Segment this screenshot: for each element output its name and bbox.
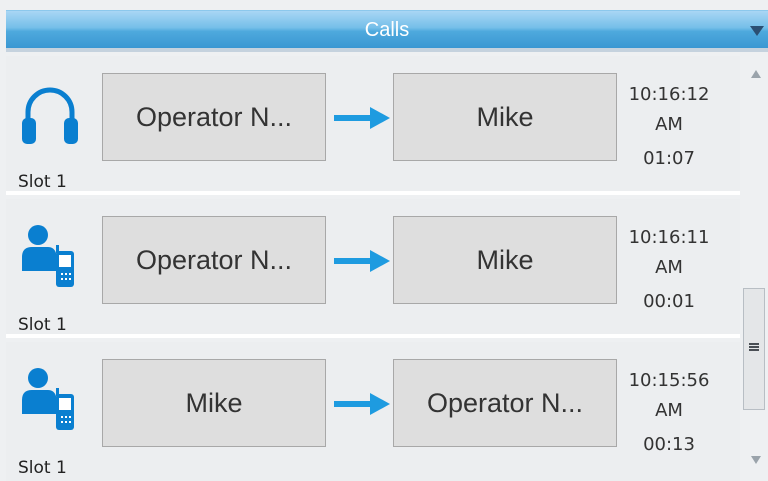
call-duration: 01:07 (643, 148, 695, 169)
call-duration: 00:13 (643, 434, 695, 455)
call-row[interactable]: Slot 1 Mike Operator N... 10:15:56 AM 00… (6, 342, 740, 481)
call-duration: 00:01 (643, 291, 695, 312)
callee-button[interactable]: Mike (393, 216, 617, 304)
scroll-down-arrow-icon[interactable] (751, 456, 761, 464)
grip-icon (749, 343, 759, 351)
panel-title: Calls (364, 19, 410, 41)
scroll-up-arrow-icon[interactable] (751, 70, 761, 78)
calls-list: Slot 1 Operator N... Mike 10:16:12 AM 01… (6, 56, 740, 481)
slot-label: Slot 1 (18, 315, 67, 335)
scroll-thumb[interactable] (743, 288, 765, 410)
slot-label: Slot 1 (18, 458, 67, 478)
call-time: 10:15:56 AM (628, 370, 710, 421)
callee-button[interactable]: Mike (393, 73, 617, 161)
dropdown-triangle-icon[interactable] (750, 26, 764, 36)
row-divider (6, 334, 740, 338)
vertical-scrollbar[interactable] (742, 56, 768, 481)
calls-panel-header: Calls (6, 10, 768, 48)
call-row[interactable]: Slot 1 Operator N... Mike 10:16:12 AM 01… (6, 56, 740, 195)
callee-button[interactable]: Operator N... (393, 359, 617, 447)
slot-label: Slot 1 (18, 172, 67, 192)
call-time: 10:16:12 AM (628, 84, 710, 135)
call-row[interactable]: Slot 1 Operator N... Mike 10:16:11 AM 00… (6, 199, 740, 338)
caller-button[interactable]: Operator N... (102, 73, 326, 161)
arrow-right-icon (334, 107, 390, 129)
caller-button[interactable]: Mike (102, 359, 326, 447)
row-divider (6, 191, 740, 195)
person-radio-icon (22, 225, 74, 287)
arrow-right-icon (334, 250, 390, 272)
header-divider (6, 48, 768, 52)
headset-icon (22, 87, 78, 144)
caller-button[interactable]: Operator N... (102, 216, 326, 304)
call-time: 10:16:11 AM (628, 227, 710, 278)
person-radio-icon (22, 368, 74, 430)
arrow-right-icon (334, 393, 390, 415)
